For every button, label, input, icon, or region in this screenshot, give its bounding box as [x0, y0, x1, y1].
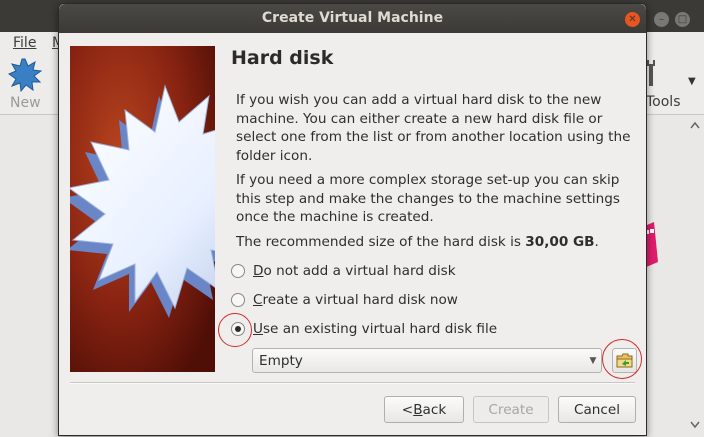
recommended-size-text: The recommended size of the hard disk is…: [236, 234, 599, 250]
cancel-button[interactable]: Cancel: [558, 396, 636, 423]
button-separator: [70, 382, 635, 384]
page-title: Hard disk: [231, 47, 334, 69]
radio-button[interactable]: [231, 264, 245, 278]
back-button[interactable]: < Back: [384, 396, 464, 423]
create-vm-dialog: Create Virtual Machine ✕ – □ Hard disk I…: [58, 3, 690, 436]
background-scrollbar[interactable]: [688, 120, 702, 430]
disk-file-select-value: Empty: [259, 352, 303, 369]
description-paragraph-1: If you wish you can add a virtual hard d…: [236, 92, 631, 164]
option-label: Use an existing virtual hard disk file: [253, 321, 498, 337]
tools-button-label[interactable]: Tools: [646, 94, 681, 110]
option-label: Create a virtual hard disk now: [253, 292, 458, 308]
minimize-icon[interactable]: –: [654, 12, 669, 27]
maximize-icon[interactable]: □: [675, 12, 690, 27]
description-paragraph-2: If you need a more complex storage set-u…: [236, 172, 620, 225]
dialog-titlebar[interactable]: Create Virtual Machine ✕ – □: [59, 4, 690, 33]
new-machine-icon[interactable]: [8, 58, 42, 92]
annotation-circle-folder: [602, 339, 642, 379]
disk-file-select[interactable]: Empty ▼: [252, 348, 602, 373]
option-no-disk[interactable]: Do not add a virtual hard disk: [231, 260, 456, 282]
menu-file[interactable]: File: [13, 35, 36, 51]
wizard-side-image: [70, 46, 215, 372]
radio-button[interactable]: [231, 293, 245, 307]
option-create-disk[interactable]: Create a virtual hard disk now: [231, 289, 458, 311]
annotation-circle-radio: [218, 313, 252, 347]
recommended-size-value: 30,00 GB: [525, 234, 595, 250]
create-button[interactable]: Create: [473, 396, 549, 423]
chevron-down-icon[interactable]: ▼: [585, 356, 601, 366]
dialog-title: Create Virtual Machine: [261, 10, 444, 26]
option-existing-disk[interactable]: Use an existing virtual hard disk file: [231, 318, 497, 340]
tools-dropdown-icon[interactable]: ▼: [688, 76, 696, 87]
close-icon[interactable]: ✕: [625, 12, 640, 27]
new-button-label[interactable]: New: [10, 95, 41, 111]
option-label: Do not add a virtual hard disk: [253, 263, 456, 279]
